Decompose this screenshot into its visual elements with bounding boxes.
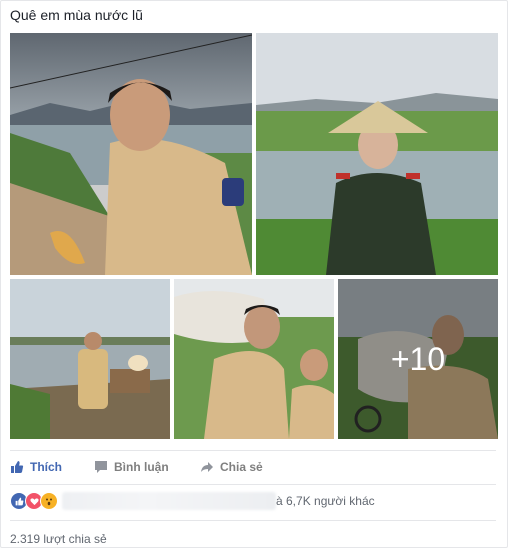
wow-reaction-icon — [40, 492, 58, 510]
divider-top — [10, 450, 496, 451]
reaction-count-text[interactable]: à 6,7K người khác — [276, 494, 375, 508]
divider-middle — [10, 484, 496, 485]
divider-bottom — [10, 520, 496, 521]
like-label: Thích — [30, 460, 62, 474]
photo-more-gallery[interactable]: +10 — [338, 279, 498, 439]
share-count-text[interactable]: 2.319 lượt chia sẻ — [10, 532, 107, 546]
like-button[interactable]: Thích — [10, 458, 62, 476]
comment-label: Bình luận — [114, 460, 169, 474]
photo-soldier-in-water[interactable] — [256, 33, 498, 275]
share-button[interactable]: Chia sẻ — [200, 458, 263, 476]
reaction-icons[interactable] — [10, 492, 58, 510]
photo-carrying-sacks[interactable] — [174, 279, 334, 439]
share-arrow-icon — [201, 462, 213, 472]
post-caption: Quê em mùa nước lũ — [10, 7, 143, 23]
share-label: Chia sẻ — [220, 460, 263, 474]
photo-police-officer[interactable] — [10, 33, 252, 275]
comment-button[interactable]: Bình luận — [94, 458, 169, 476]
photo-police-cart[interactable] — [10, 279, 170, 439]
blurred-names — [62, 492, 276, 510]
comment-icon — [95, 461, 107, 473]
more-photos-overlay: +10 — [338, 279, 498, 439]
thumbs-up-icon — [11, 461, 24, 473]
